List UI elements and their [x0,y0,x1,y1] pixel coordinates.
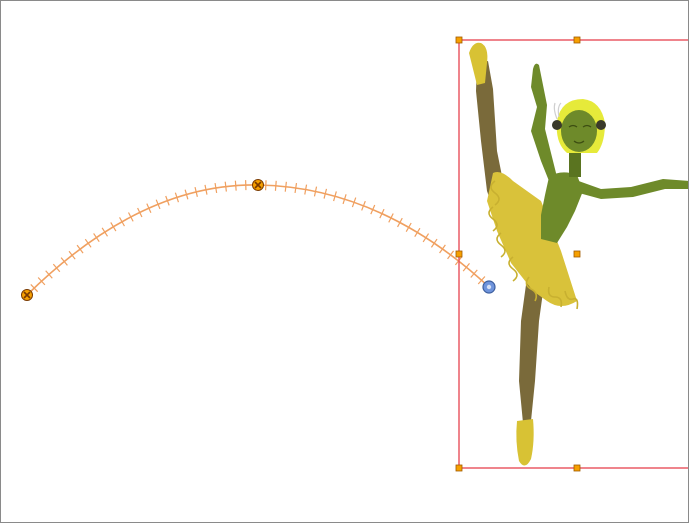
frame-tick [274,180,277,191]
motion-path-curve[interactable] [26,184,490,296]
frame-tick [284,181,287,192]
current-frame-marker[interactable] [482,280,496,294]
motion-path[interactable] [26,179,490,296]
frame-tick [414,227,421,238]
drawing-stage[interactable] [1,1,689,523]
raised-leg-shoe [469,42,488,85]
resize-handle-icon[interactable] [573,36,581,44]
resize-handle-icon[interactable] [455,464,463,472]
frame-tick [224,181,227,192]
face [561,110,597,152]
hair-ornament-right [596,120,606,130]
frame-tick [439,244,446,254]
frame-tick [447,250,455,260]
camera-view[interactable] [0,0,689,523]
frame-tick [214,182,218,194]
extended-arm [573,179,688,199]
frame-tick [430,238,438,248]
frame-tick [101,227,108,237]
frame-tick [422,233,430,243]
frame-tick [110,222,117,232]
neck [569,151,581,177]
keyframe-marker-start[interactable] [21,289,33,301]
frame-tick [405,222,412,232]
pivot-point-icon[interactable] [573,250,581,258]
frame-tick [93,233,100,243]
frame-tick [76,244,84,254]
resize-handle-icon[interactable] [455,250,463,258]
resize-handle-icon[interactable] [455,36,463,44]
frame-tick [234,180,237,191]
frame-tick [68,250,76,260]
standing-leg-shoe [516,419,534,466]
resize-handle-icon[interactable] [573,464,581,472]
keyframe-marker-middle[interactable] [252,179,264,191]
frame-tick [119,217,125,227]
hair-ornament-left [552,120,562,130]
frame-tick [294,182,298,194]
frame-tick [84,238,92,248]
